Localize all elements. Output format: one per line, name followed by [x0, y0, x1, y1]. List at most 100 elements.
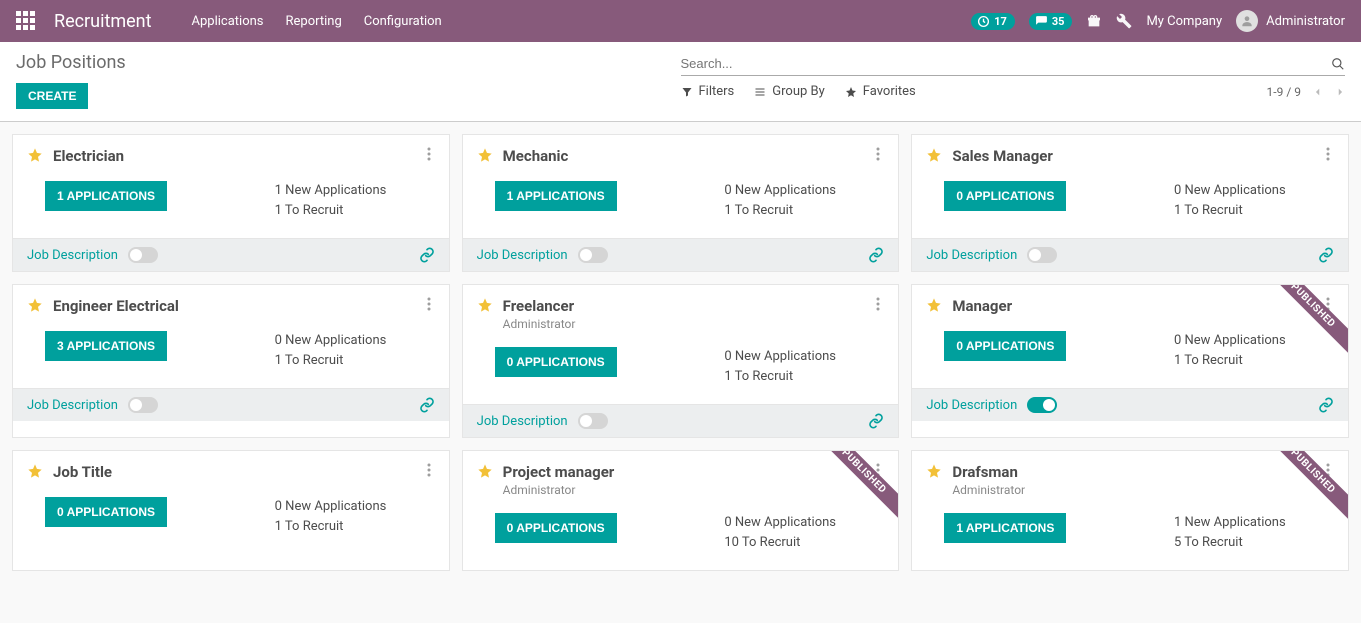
kanban-scroll[interactable]: Electrician 1 Applications 1 New Applica… [0, 122, 1361, 613]
app-brand[interactable]: Recruitment [54, 11, 152, 32]
favorite-star-icon[interactable] [926, 297, 942, 313]
company-switcher[interactable]: My Company [1146, 14, 1222, 29]
funnel-icon [681, 86, 693, 98]
link-icon[interactable] [868, 413, 884, 429]
applications-button[interactable]: 1 Applications [495, 181, 617, 211]
applications-button[interactable]: 0 Applications [495, 513, 617, 543]
to-recruit-text: 1 To Recruit [1174, 201, 1334, 221]
card-menu-icon[interactable] [423, 147, 435, 161]
favorites-button[interactable]: Favorites [845, 84, 916, 99]
link-icon[interactable] [1318, 247, 1334, 263]
tools-icon[interactable] [1116, 13, 1132, 29]
publish-toggle[interactable] [128, 397, 158, 413]
nav-item-configuration[interactable]: Configuration [364, 14, 442, 29]
job-card: Mechanic 1 Applications 0 New Applicatio… [462, 134, 900, 272]
job-description-link[interactable]: Job Description [27, 398, 118, 413]
card-stats: 1 New Applications 1 To Recruit [275, 181, 435, 220]
to-recruit-text: 1 To Recruit [724, 201, 884, 221]
applications-button[interactable]: 1 Applications [944, 513, 1066, 543]
card-title[interactable]: Mechanic [503, 147, 873, 165]
link-icon[interactable] [419, 247, 435, 263]
favorite-star-icon[interactable] [27, 463, 43, 479]
nav-item-applications[interactable]: Applications [192, 14, 264, 29]
activities-count: 17 [994, 15, 1007, 28]
search-input[interactable] [681, 56, 1332, 71]
card-stats: 0 New Applications 1 To Recruit [724, 347, 884, 386]
job-description-link[interactable]: Job Description [477, 248, 568, 263]
card-title[interactable]: Engineer Electrical [53, 297, 423, 315]
favorite-star-icon[interactable] [477, 147, 493, 163]
favorite-star-icon[interactable] [477, 463, 493, 479]
card-menu-icon[interactable] [1322, 147, 1334, 161]
to-recruit-text: 1 To Recruit [1174, 351, 1334, 371]
card-menu-icon[interactable] [423, 463, 435, 477]
job-description-link[interactable]: Job Description [926, 398, 1017, 413]
publish-toggle[interactable] [578, 247, 608, 263]
card-subtitle: Administrator [503, 317, 873, 331]
messages-badge[interactable]: 35 [1029, 13, 1073, 30]
new-applications-text: 0 New Applications [724, 513, 884, 533]
nav-item-reporting[interactable]: Reporting [286, 14, 342, 29]
gift-icon[interactable] [1086, 13, 1102, 29]
applications-button[interactable]: 0 Applications [495, 347, 617, 377]
to-recruit-text: 5 To Recruit [1174, 533, 1334, 553]
applications-button[interactable]: 0 Applications [944, 181, 1066, 211]
publish-toggle[interactable] [578, 413, 608, 429]
publish-toggle[interactable] [128, 247, 158, 263]
link-icon[interactable] [1318, 397, 1334, 413]
card-title[interactable]: Sales Manager [952, 147, 1322, 165]
job-card: PUBLISHED Drafsman Administrator 1 Appli… [911, 450, 1349, 571]
applications-button[interactable]: 1 Applications [45, 181, 167, 211]
card-menu-icon[interactable] [872, 147, 884, 161]
apps-icon[interactable] [16, 11, 36, 31]
card-title[interactable]: Project manager [503, 463, 873, 481]
favorite-star-icon[interactable] [926, 147, 942, 163]
card-title[interactable]: Manager [952, 297, 1322, 315]
filters-button[interactable]: Filters [681, 84, 735, 99]
job-card: Engineer Electrical 3 Applications 0 New… [12, 284, 450, 438]
favorite-star-icon[interactable] [926, 463, 942, 479]
to-recruit-text: 1 To Recruit [275, 351, 435, 371]
applications-button[interactable]: 0 Applications [45, 497, 167, 527]
favorite-star-icon[interactable] [27, 297, 43, 313]
pager-next[interactable] [1335, 85, 1345, 99]
link-icon[interactable] [419, 397, 435, 413]
job-card: Job Title 0 Applications 0 New Applicati… [12, 450, 450, 571]
job-description-link[interactable]: Job Description [926, 248, 1017, 263]
favorite-star-icon[interactable] [477, 297, 493, 313]
search-icon[interactable] [1331, 57, 1345, 71]
user-menu[interactable]: Administrator [1236, 10, 1345, 32]
new-applications-text: 0 New Applications [275, 497, 435, 517]
card-title[interactable]: Job Title [53, 463, 423, 481]
applications-button[interactable]: 0 Applications [944, 331, 1066, 361]
card-menu-icon[interactable] [423, 297, 435, 311]
job-description-link[interactable]: Job Description [27, 248, 118, 263]
publish-toggle[interactable] [1027, 247, 1057, 263]
activities-badge[interactable]: 17 [971, 13, 1015, 30]
nav-menu: Applications Reporting Configuration [192, 14, 442, 29]
card-stats: 0 New Applications 10 To Recruit [724, 513, 884, 552]
create-button[interactable]: Create [16, 83, 88, 109]
job-description-link[interactable]: Job Description [477, 414, 568, 429]
link-icon[interactable] [868, 247, 884, 263]
job-card: Freelancer Administrator 0 Applications … [462, 284, 900, 438]
avatar [1236, 10, 1258, 32]
messages-count: 35 [1052, 15, 1065, 28]
favorite-star-icon[interactable] [27, 147, 43, 163]
card-title[interactable]: Electrician [53, 147, 423, 165]
card-menu-icon[interactable] [872, 297, 884, 311]
applications-button[interactable]: 3 Applications [45, 331, 167, 361]
new-applications-text: 1 New Applications [275, 181, 435, 201]
publish-toggle[interactable] [1027, 397, 1057, 413]
job-card: PUBLISHED Manager 0 Applications 0 New A… [911, 284, 1349, 438]
groupby-button[interactable]: Group By [754, 84, 825, 99]
card-title[interactable]: Freelancer [503, 297, 873, 315]
card-subtitle: Administrator [952, 483, 1322, 497]
card-footer: Job Description [13, 238, 449, 271]
pager-prev[interactable] [1313, 85, 1323, 99]
navbar: Recruitment Applications Reporting Confi… [0, 0, 1361, 42]
to-recruit-text: 1 To Recruit [275, 201, 435, 221]
filters-label: Filters [699, 84, 735, 99]
job-card: Electrician 1 Applications 1 New Applica… [12, 134, 450, 272]
card-title[interactable]: Drafsman [952, 463, 1322, 481]
